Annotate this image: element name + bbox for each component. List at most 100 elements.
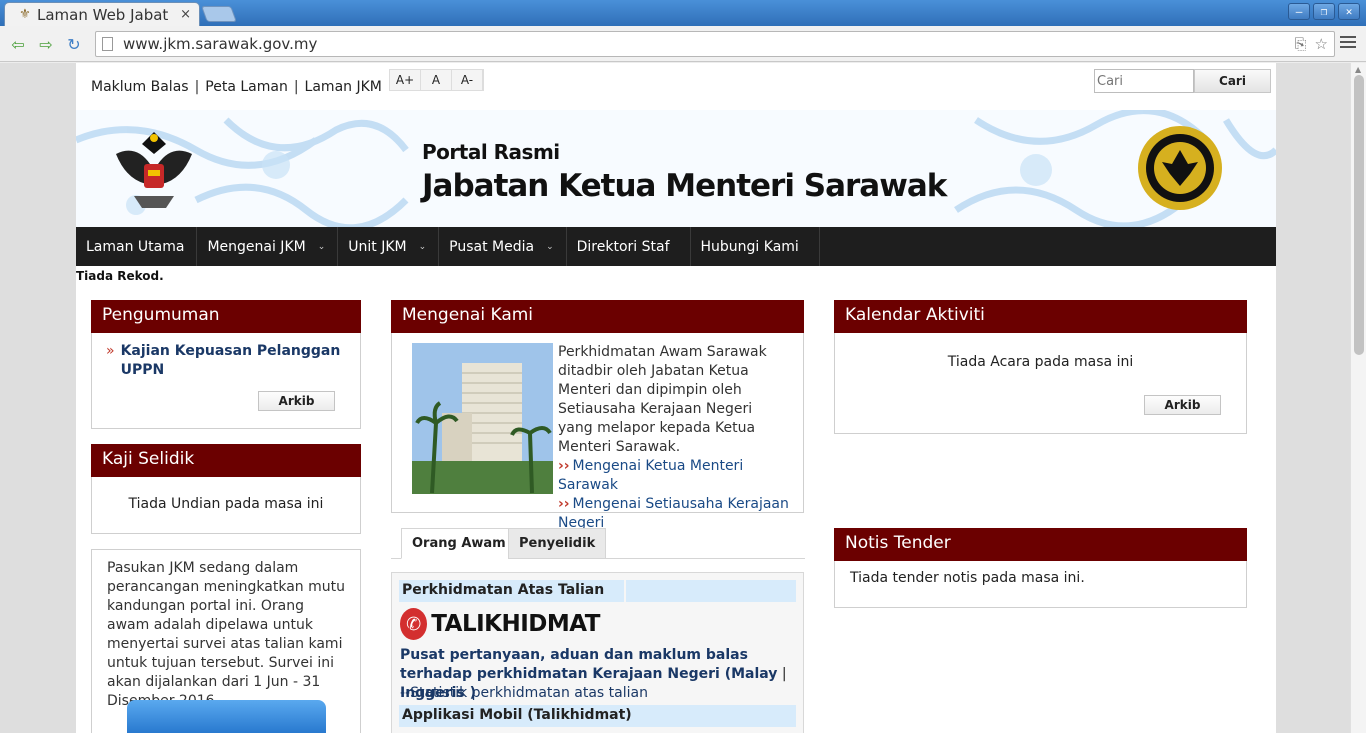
translate-icon[interactable]: ⎘	[1295, 35, 1307, 53]
forward-arrow-icon[interactable]: ⇨	[36, 34, 56, 54]
nav-laman-utama[interactable]: Laman Utama	[76, 227, 198, 266]
bookmark-star-icon[interactable]: ☆	[1315, 35, 1328, 53]
browser-titlebar: ⚜ Laman Web Jabat × – ❐ ✕	[0, 0, 1366, 26]
panel-title: Pengumuman	[91, 300, 361, 333]
mobile-app-heading: Applikasi Mobil (Talikhidmat)	[399, 705, 796, 727]
url-text: www.jkm.sarawak.gov.my	[123, 35, 318, 53]
tab-orang-awam[interactable]: Orang Awam	[401, 528, 517, 559]
double-arrow-icon: ››	[558, 496, 570, 512]
services-heading: Perkhidmatan Atas Talian	[399, 580, 624, 602]
tab-close-icon[interactable]: ×	[180, 7, 191, 22]
close-window-icon[interactable]: ✕	[1338, 3, 1360, 20]
nav-direktori-staf[interactable]: Direktori Staf	[567, 227, 691, 266]
feedback-link[interactable]: Maklum Balas	[91, 79, 189, 95]
scroll-up-icon[interactable]: ▲	[1355, 65, 1361, 74]
survey-banner-button[interactable]	[127, 700, 326, 733]
nav-mengenai-jkm[interactable]: Mengenai JKM ⌄	[197, 227, 339, 266]
about-description: Perkhidmatan Awam Sarawak ditadbir oleh …	[558, 344, 767, 455]
sarawak-coat-of-arms-icon	[116, 132, 192, 208]
page-container: Maklum Balas | Peta Laman | Laman JKM A+…	[76, 63, 1276, 733]
nav-hubungi-kami[interactable]: Hubungi Kami	[691, 227, 820, 266]
audience-tabs: Orang Awam Penyelidik	[391, 527, 805, 559]
reload-icon[interactable]: ↻	[64, 34, 84, 54]
new-tab-button[interactable]	[201, 6, 237, 22]
back-arrow-icon[interactable]: ⇦	[8, 34, 28, 54]
survey-panel: Pasukan JKM sedang dalam perancangan men…	[91, 549, 361, 733]
font-size-controls: A+ A A-	[389, 69, 484, 91]
calendar-message: Tiada Acara pada masa ini	[947, 354, 1134, 370]
services-panel: Perkhidmatan Atas Talian ✆ TALIKHIDMAT P…	[391, 572, 804, 733]
browser-tab[interactable]: ⚜ Laman Web Jabat ×	[4, 2, 200, 26]
nav-pusat-media[interactable]: Pusat Media ⌄	[439, 227, 567, 266]
nav-unit-jkm[interactable]: Unit JKM ⌄	[338, 227, 440, 266]
archive-button[interactable]: Arkib	[258, 391, 335, 411]
panel-title: Kalendar Aktiviti	[834, 300, 1247, 333]
separator: |	[194, 79, 200, 95]
portal-subtitle: Portal Rasmi	[422, 140, 560, 164]
window-controls: – ❐ ✕	[1288, 3, 1360, 20]
search-input[interactable]	[1094, 69, 1194, 93]
talikhidmat-logo[interactable]: ✆ TALIKHIDMAT	[400, 607, 600, 641]
statistics-link[interactable]: --Statistik perkhidmatan atas talian	[400, 685, 648, 701]
separator: |	[293, 79, 299, 95]
jkm-seal-icon	[1138, 126, 1222, 210]
nav-label: Direktori Staf	[576, 238, 670, 255]
double-arrow-icon: ››	[558, 458, 570, 474]
poll-panel: Kaji Selidik Tiada Undian pada masa ini	[91, 444, 361, 534]
services-heading-blank	[626, 580, 796, 602]
nav-label: Laman Utama	[86, 238, 185, 255]
nav-label: Hubungi Kami	[700, 238, 799, 255]
panel-title: Notis Tender	[834, 528, 1247, 561]
chevron-down-icon: ⌄	[418, 241, 427, 252]
link-text: Mengenai Setiausaha Kerajaan Negeri	[558, 496, 789, 531]
lang-malay-link[interactable]: Malay	[731, 666, 777, 682]
desc-text: Pusat pertanyaan, aduan dan maklum balas…	[400, 647, 748, 682]
font-increase-button[interactable]: A+	[390, 70, 421, 90]
font-decrease-button[interactable]: A-	[452, 70, 483, 90]
utility-links: Maklum Balas | Peta Laman | Laman JKM	[91, 79, 382, 95]
sitemap-link[interactable]: Peta Laman	[205, 79, 288, 95]
no-record-notice: Tiada Rekod.	[76, 269, 164, 283]
header-banner: Portal Rasmi Jabatan Ketua Menteri Saraw…	[76, 110, 1276, 227]
address-bar[interactable]: www.jkm.sarawak.gov.my ⎘ ☆	[95, 31, 1335, 57]
browser-toolbar: ⇦ ⇨ ↻ www.jkm.sarawak.gov.my ⎘ ☆	[0, 26, 1366, 62]
nav-label: Pusat Media	[449, 238, 535, 255]
archive-button[interactable]: Arkib	[1144, 395, 1221, 415]
search-button[interactable]: Cari	[1194, 69, 1271, 93]
phone-icon: ✆	[400, 608, 428, 640]
about-content: Perkhidmatan Awam Sarawak ditadbir oleh …	[558, 343, 790, 533]
chevron-down-icon: ⌄	[546, 241, 554, 252]
announcement-text: Kajian Kepuasan Pelanggan UPPN	[120, 343, 341, 378]
lang-separator: |	[777, 666, 787, 682]
scrollbar-thumb[interactable]	[1354, 75, 1364, 355]
poll-message: Tiada Undian pada masa ini	[128, 496, 324, 512]
main-navigation: Laman Utama Mengenai JKM ⌄ Unit JKM ⌄ Pusa…	[76, 227, 1276, 266]
font-reset-button[interactable]: A	[421, 70, 452, 90]
chevron-down-icon: ⌄	[317, 241, 326, 252]
page-viewport: Maklum Balas | Peta Laman | Laman JKM A+…	[0, 63, 1366, 733]
tender-panel: Notis Tender Tiada tender notis pada mas…	[834, 528, 1247, 608]
office-building-photo	[412, 343, 553, 494]
vertical-scrollbar[interactable]: ▲	[1350, 63, 1366, 733]
minimize-icon[interactable]: –	[1288, 3, 1310, 20]
about-chief-minister-link[interactable]: ›› Mengenai Ketua Menteri Sarawak	[558, 457, 790, 495]
page-icon	[102, 37, 113, 51]
link-text: Mengenai Ketua Menteri Sarawak	[558, 458, 744, 493]
bullet-icon: »	[106, 343, 115, 359]
about-panel: Mengenai Kami Perkhidmatan Awam Sarawak …	[391, 300, 804, 531]
coat-of-arms-favicon-icon: ⚜	[19, 7, 31, 22]
tab-penyelidik[interactable]: Penyelidik	[508, 528, 607, 559]
tender-message: Tiada tender notis pada masa ini.	[850, 570, 1085, 586]
portal-title: Jabatan Ketua Menteri Sarawak	[422, 168, 947, 204]
tab-title: Laman Web Jabat	[37, 5, 169, 24]
calendar-panel: Kalendar Aktiviti Tiada Acara pada masa …	[834, 300, 1247, 434]
browser-menu-icon[interactable]	[1340, 36, 1356, 51]
panel-title: Kaji Selidik	[91, 444, 361, 477]
nav-label: Unit JKM	[348, 238, 407, 255]
announcement-link[interactable]: » Kajian Kepuasan Pelanggan UPPN	[106, 342, 346, 380]
logo-text: TALIKHIDMAT	[431, 611, 600, 637]
survey-text: Pasukan JKM sedang dalam perancangan men…	[107, 560, 345, 709]
announcement-panel: Pengumuman » Kajian Kepuasan Pelanggan U…	[91, 300, 361, 429]
restore-icon[interactable]: ❐	[1313, 3, 1335, 20]
jkm-home-link[interactable]: Laman JKM	[305, 79, 382, 95]
